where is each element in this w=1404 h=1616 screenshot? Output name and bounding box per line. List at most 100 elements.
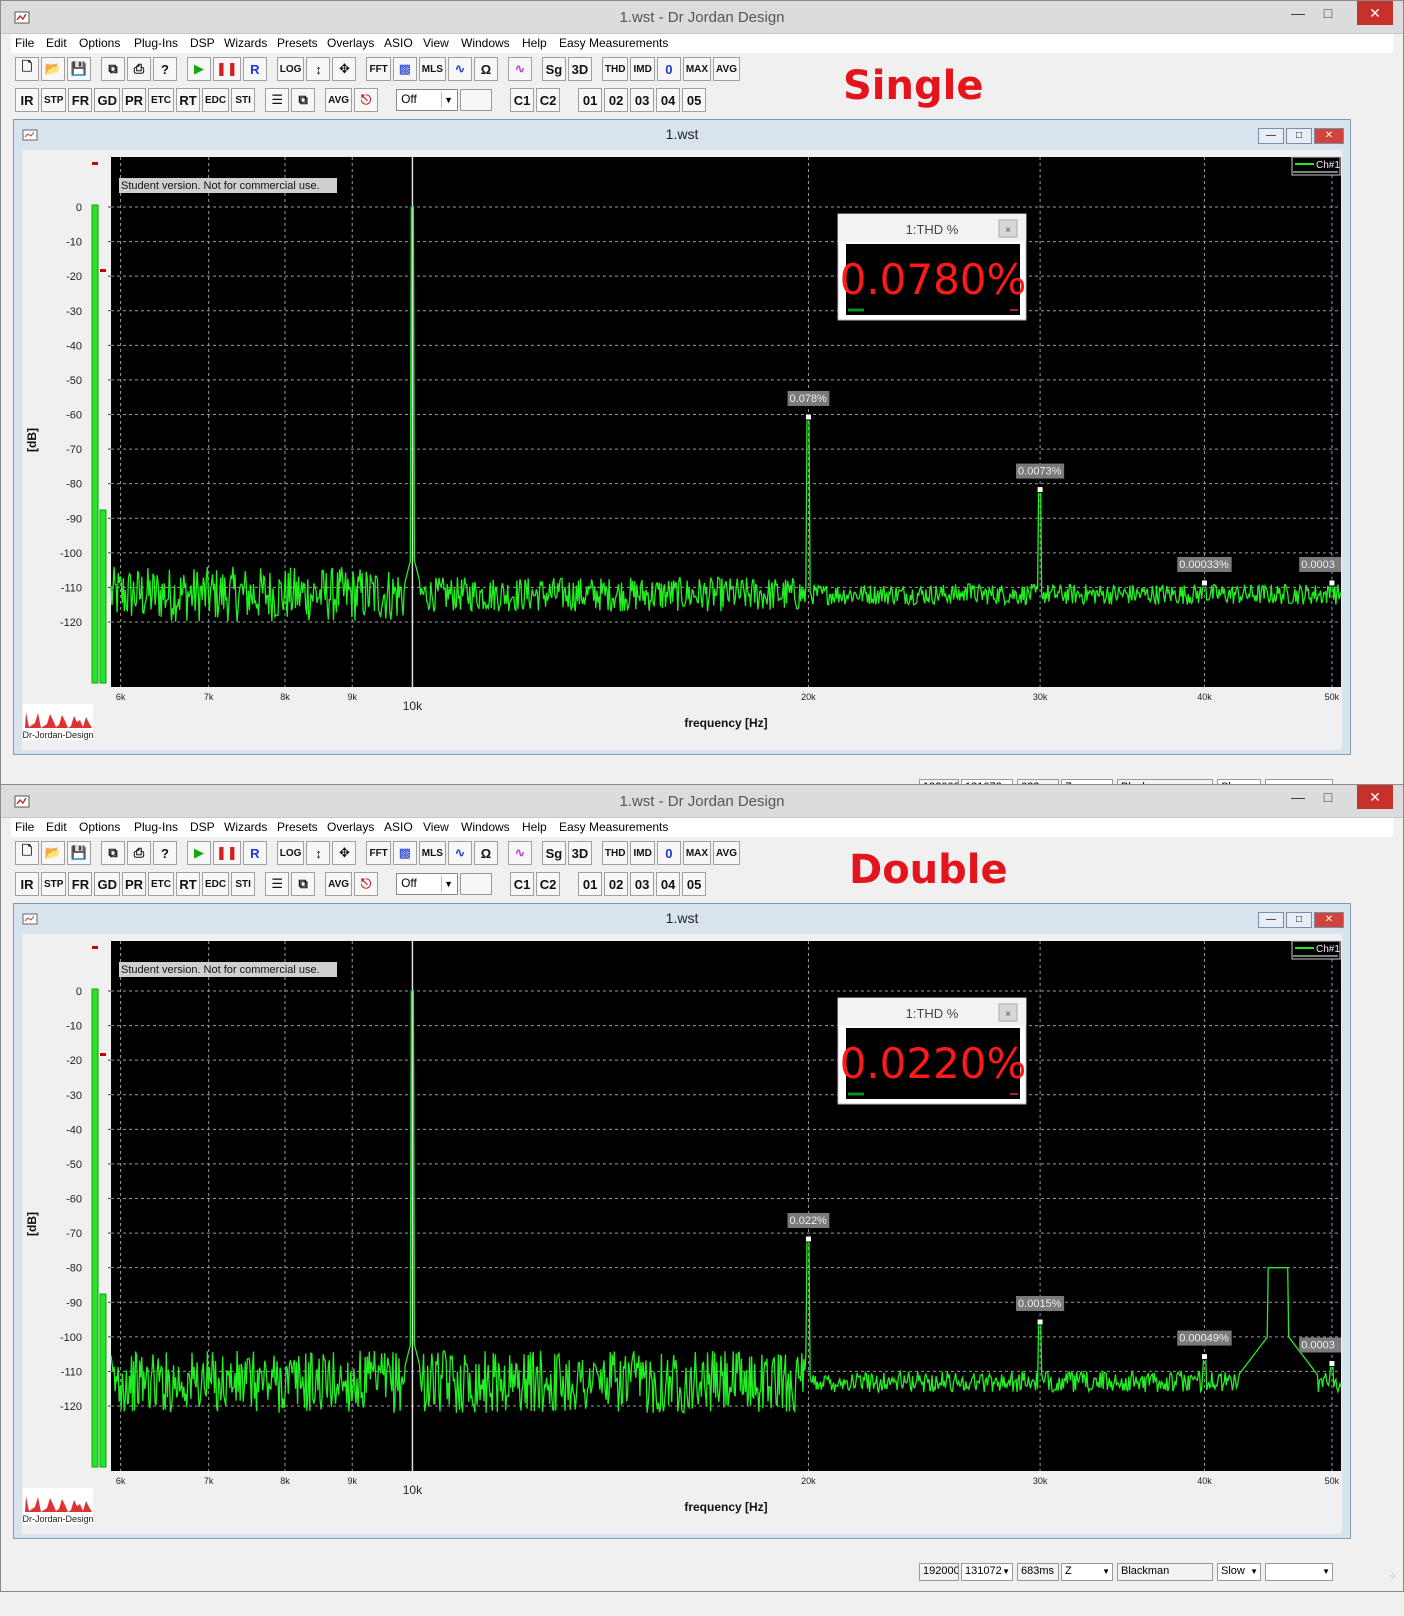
maximize-button[interactable]: □	[1313, 1, 1343, 25]
repeat-button[interactable]: R	[242, 57, 267, 81]
child-minimize-button[interactable]: —	[1258, 912, 1284, 928]
title-bar[interactable]: 1.wst - Dr Jordan Design — □ ✕	[1, 1, 1403, 34]
preset-02-button[interactable]: 02	[604, 872, 629, 896]
ir-button[interactable]: IR	[15, 88, 39, 112]
print-button[interactable]: ⎙	[127, 841, 151, 865]
mode-select[interactable]: Off ▼	[396, 89, 459, 111]
mls-button[interactable]: MLS	[418, 841, 446, 865]
menu-windows[interactable]: Windows	[461, 820, 510, 834]
menu-view[interactable]: View	[423, 820, 449, 834]
preset-05-button[interactable]: 05	[682, 872, 707, 896]
new-file-button[interactable]: 🗋	[15, 841, 39, 865]
fr-button[interactable]: FR	[68, 88, 93, 112]
spectrum-chart[interactable]: 0 -10 -20 -30 -40 -50 -60 -70 -80 -90 -100 -110 -120…	[22, 934, 1342, 1534]
child-minimize-button[interactable]: —	[1258, 128, 1284, 144]
fr-button[interactable]: FR	[68, 872, 93, 896]
avg-button-top[interactable]: AVG	[713, 57, 740, 81]
ir-button[interactable]: IR	[15, 872, 39, 896]
help-button[interactable]: ?	[153, 57, 177, 81]
menu-asio[interactable]: ASIO	[384, 820, 413, 834]
log-button[interactable]: LOG	[276, 57, 305, 81]
list-button[interactable]: ☰	[265, 872, 290, 896]
minimize-button[interactable]: —	[1283, 1, 1313, 25]
mode-value-field[interactable]	[460, 873, 493, 895]
mode-select[interactable]: Off ▼	[396, 873, 459, 895]
zero-button[interactable]: 0	[656, 57, 681, 81]
save-button[interactable]: 💾	[67, 57, 91, 81]
fft-size-select[interactable]: 131072▼	[961, 1563, 1013, 1581]
child-maximize-button[interactable]: □	[1286, 128, 1312, 144]
preset-04-button[interactable]: 04	[656, 872, 681, 896]
menu-edit[interactable]: Edit	[46, 820, 67, 834]
channel2-button[interactable]: C2	[536, 872, 561, 896]
vertical-scale-button[interactable]: ↕	[306, 841, 331, 865]
preset-04-button[interactable]: 04	[656, 88, 681, 112]
spectrogram-button[interactable]: Sg	[541, 841, 566, 865]
list-button[interactable]: ☰	[265, 88, 290, 112]
child-maximize-button[interactable]: □	[1286, 912, 1312, 928]
menu-presets[interactable]: Presets	[277, 820, 318, 834]
new-file-button[interactable]: 🗋	[15, 57, 39, 81]
3d-button[interactable]: 3D	[567, 57, 592, 81]
resize-grip-icon[interactable]: ⁘	[1389, 1571, 1399, 1581]
zero-button[interactable]: 0	[656, 841, 681, 865]
thd-button[interactable]: THD	[601, 841, 629, 865]
menu-wizards[interactable]: Wizards	[224, 36, 267, 50]
pr-button[interactable]: PR	[121, 88, 147, 112]
close-button[interactable]: ✕	[1357, 785, 1393, 809]
spectrum-button[interactable]: ▩	[392, 841, 417, 865]
play-button[interactable]: ▶	[187, 57, 211, 81]
menu-help[interactable]: Help	[522, 36, 547, 50]
menu-easy-measurements[interactable]: Easy Measurements	[559, 36, 668, 50]
pan-button[interactable]: ✥	[332, 841, 357, 865]
menu-wizards[interactable]: Wizards	[224, 820, 267, 834]
pan-button[interactable]: ✥	[332, 57, 357, 81]
menu-view[interactable]: View	[423, 36, 449, 50]
copy-button[interactable]: ⧉	[101, 57, 125, 81]
mode-value-field[interactable]	[460, 89, 493, 111]
spectrogram-button[interactable]: Sg	[541, 57, 566, 81]
menu-edit[interactable]: Edit	[46, 36, 67, 50]
gd-button[interactable]: GD	[94, 872, 120, 896]
menu-file[interactable]: File	[15, 820, 34, 834]
max-button[interactable]: MAX	[682, 841, 712, 865]
pr-button[interactable]: PR	[121, 872, 147, 896]
z-select[interactable]: Z▼	[1061, 1563, 1113, 1581]
save-button[interactable]: 💾	[67, 841, 91, 865]
sweep-button[interactable]: ∿	[507, 57, 532, 81]
pulse-button[interactable]: ⎋	[354, 872, 379, 896]
edc-button[interactable]: EDC	[202, 872, 230, 896]
open-button[interactable]: 📂	[41, 57, 65, 81]
help-button[interactable]: ?	[153, 841, 177, 865]
title-bar[interactable]: 1.wst - Dr Jordan Design — □ ✕	[1, 785, 1403, 818]
menu-dsp[interactable]: DSP	[190, 820, 215, 834]
copy-button[interactable]: ⧉	[101, 841, 125, 865]
copy-window-button[interactable]: ⧉	[291, 872, 316, 896]
preset-02-button[interactable]: 02	[604, 88, 629, 112]
preset-01-button[interactable]: 01	[578, 872, 603, 896]
thd-button[interactable]: THD	[601, 57, 629, 81]
repeat-button[interactable]: R	[242, 841, 267, 865]
minimize-button[interactable]: —	[1283, 785, 1313, 809]
child-close-button[interactable]: ✕	[1314, 128, 1344, 144]
stp-button[interactable]: STP	[41, 88, 67, 112]
copy-window-button[interactable]: ⧉	[291, 88, 316, 112]
filter-button[interactable]: ∿	[447, 841, 472, 865]
avg-button[interactable]: AVG	[325, 88, 353, 112]
impedance-button[interactable]: Ω	[473, 841, 498, 865]
menu-dsp[interactable]: DSP	[190, 36, 215, 50]
imd-button[interactable]: IMD	[630, 841, 655, 865]
plot-area[interactable]: 0 -10 -20 -30 -40 -50 -60 -70 -80 -90 -100 -110 -120…	[22, 150, 1342, 750]
pause-button[interactable]: ❚❚	[213, 841, 241, 865]
rt-button[interactable]: RT	[176, 872, 201, 896]
play-button[interactable]: ▶	[187, 841, 211, 865]
sti-button[interactable]: STI	[231, 872, 256, 896]
3d-button[interactable]: 3D	[567, 841, 592, 865]
menu-options[interactable]: Options	[79, 36, 120, 50]
print-button[interactable]: ⎙	[127, 57, 151, 81]
etc-button[interactable]: ETC	[148, 872, 175, 896]
gd-button[interactable]: GD	[94, 88, 120, 112]
preset-03-button[interactable]: 03	[630, 88, 655, 112]
impedance-button[interactable]: Ω	[473, 57, 498, 81]
pulse-button[interactable]: ⎋	[354, 88, 379, 112]
